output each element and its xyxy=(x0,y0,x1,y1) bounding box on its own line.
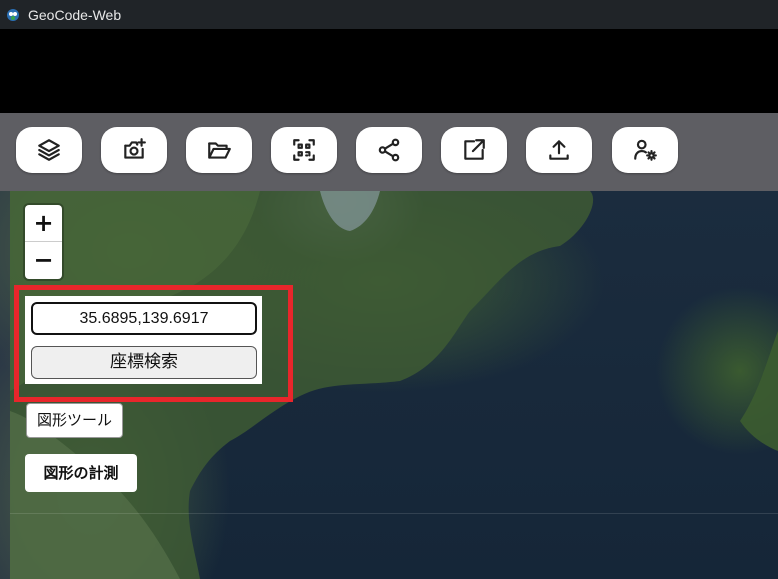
zoom-control: + − xyxy=(25,205,62,279)
folder-open-icon xyxy=(208,142,231,159)
external-link-icon xyxy=(464,139,485,160)
qr-code-button[interactable] xyxy=(271,127,337,173)
app-logo-icon xyxy=(7,8,19,21)
zoom-out-button[interactable]: − xyxy=(25,241,62,278)
layers-icon xyxy=(38,139,60,161)
camera-plus-icon xyxy=(124,138,146,159)
map-grid-line xyxy=(10,513,778,514)
user-settings-button[interactable] xyxy=(612,127,678,173)
share-button[interactable] xyxy=(356,127,422,173)
header-blank-area xyxy=(0,29,778,113)
shape-tool-button[interactable]: 図形ツール xyxy=(26,403,124,438)
share-icon xyxy=(378,138,400,162)
open-external-button[interactable] xyxy=(441,127,507,173)
window-title: GeoCode-Web xyxy=(28,6,122,23)
layers-button[interactable] xyxy=(16,127,82,173)
qr-code-icon xyxy=(293,139,315,161)
user-settings-icon xyxy=(634,139,657,161)
open-folder-button[interactable] xyxy=(186,127,252,173)
zoom-in-button[interactable]: + xyxy=(25,205,62,241)
add-photo-button[interactable] xyxy=(101,127,167,173)
upload-icon xyxy=(549,140,569,160)
shape-measure-button[interactable]: 図形の計測 xyxy=(25,454,137,492)
upload-button[interactable] xyxy=(526,127,592,173)
title-bar: GeoCode-Web xyxy=(0,0,778,29)
highlight-box xyxy=(14,285,293,402)
main-toolbar xyxy=(0,113,778,191)
